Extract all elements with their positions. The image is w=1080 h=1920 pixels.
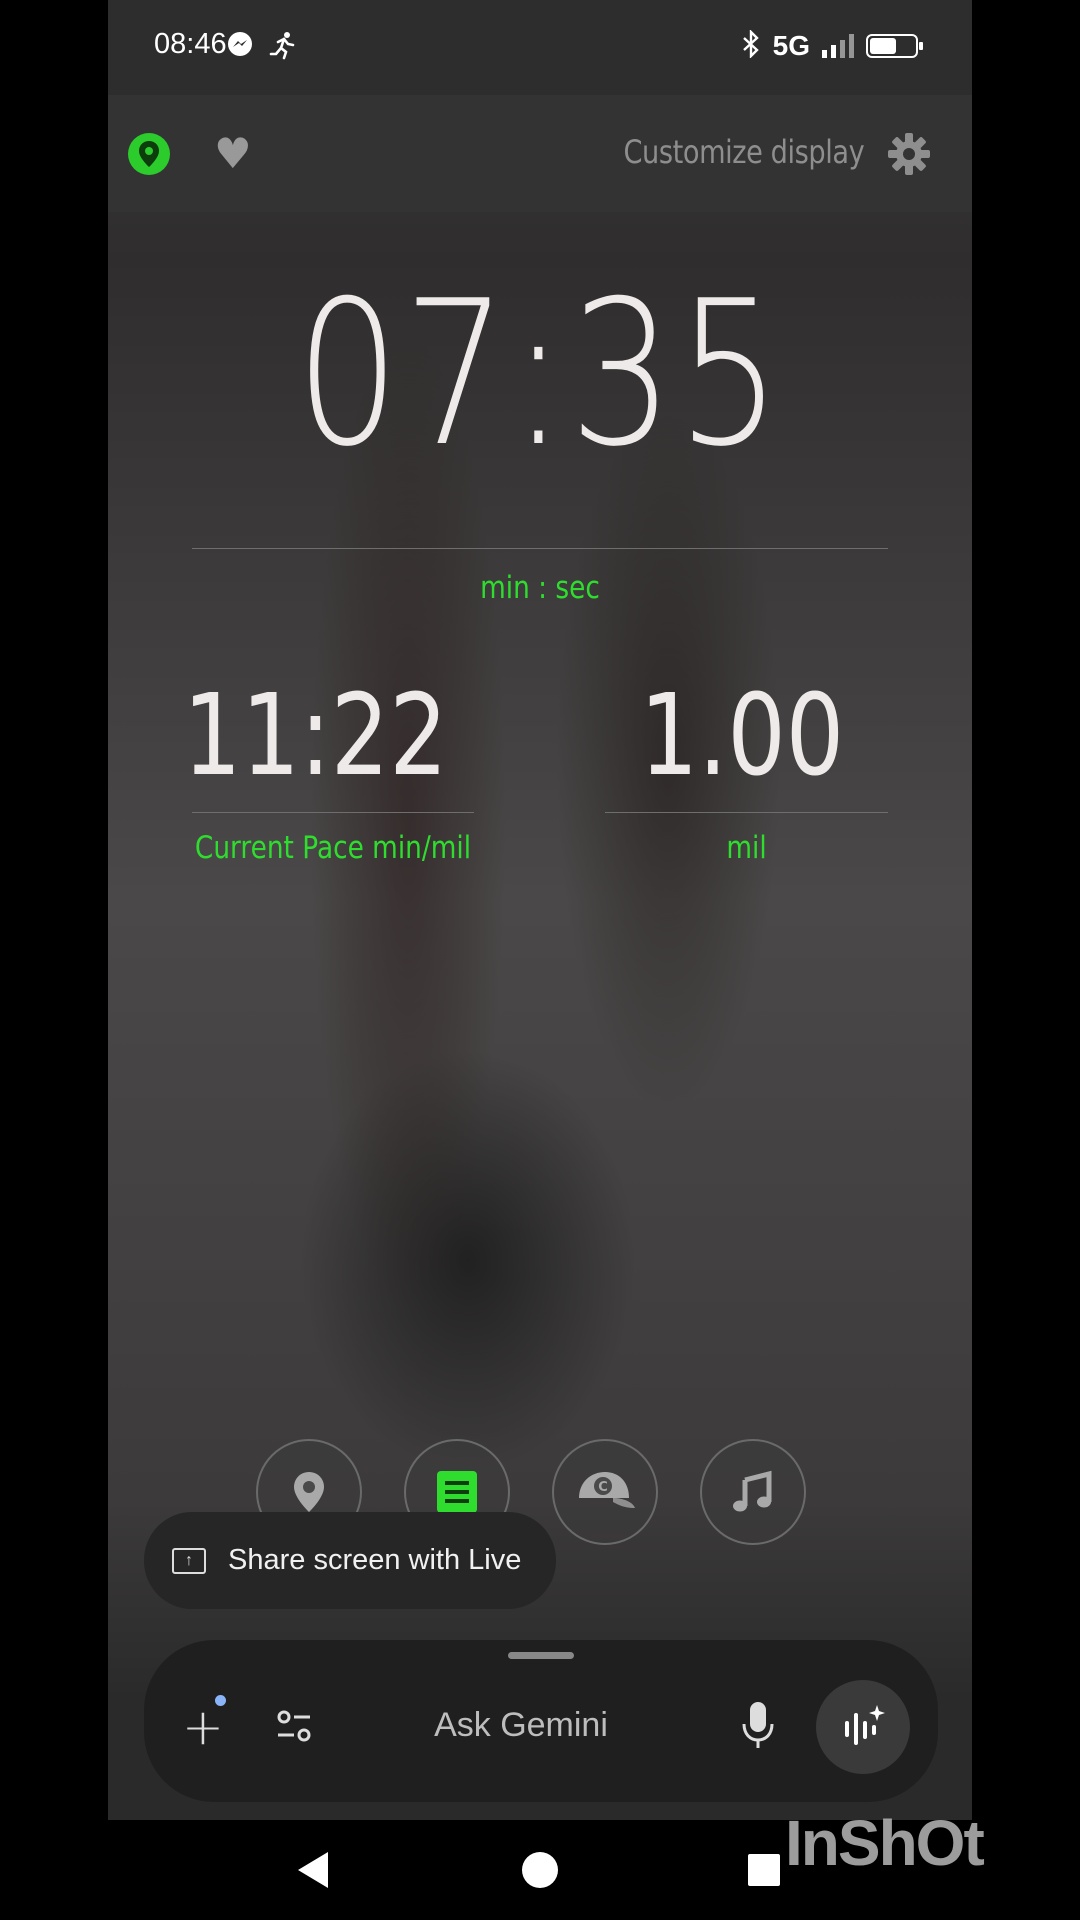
- notification-dot: [215, 1695, 226, 1706]
- current-pace-value: 11:22: [183, 671, 448, 801]
- network-type: 5G: [772, 30, 810, 61]
- ask-gemini-input[interactable]: Ask Gemini: [124, 1706, 918, 1745]
- share-screen-chip[interactable]: ↑ Share screen with Live: [144, 1512, 556, 1609]
- signal-icon: [822, 34, 854, 58]
- microphone-icon[interactable]: [740, 1700, 776, 1750]
- music-button[interactable]: [700, 1439, 806, 1545]
- pace-divider: [192, 812, 474, 813]
- gemini-input-bar: + Ask Gemini: [144, 1640, 938, 1802]
- elapsed-time: 07:35: [295, 258, 785, 491]
- pace-unit: Current Pace min/mil: [194, 830, 472, 866]
- recents-icon[interactable]: [748, 1854, 780, 1886]
- coach-button[interactable]: C: [552, 1439, 658, 1545]
- drag-handle[interactable]: [508, 1652, 574, 1659]
- status-right: 5G: [741, 29, 923, 62]
- inshot-watermark: InShOt: [785, 1807, 985, 1879]
- gps-location-button[interactable]: [128, 133, 170, 175]
- bluetooth-icon: [741, 29, 761, 62]
- elapsed-divider: [192, 548, 888, 549]
- list-icon: [437, 1471, 477, 1513]
- share-screen-label: Share screen with Live: [228, 1544, 522, 1576]
- elapsed-unit: min : sec: [480, 570, 600, 606]
- home-icon[interactable]: [522, 1852, 558, 1888]
- battery-icon: [866, 34, 923, 58]
- distance-unit: mil: [726, 830, 767, 866]
- location-pin-icon: [139, 141, 159, 167]
- gear-icon[interactable]: [886, 131, 932, 177]
- customize-display-link[interactable]: Customize display: [623, 133, 864, 171]
- location-icon: [294, 1472, 324, 1512]
- back-icon[interactable]: [298, 1852, 328, 1888]
- battery-level: [870, 38, 897, 54]
- heart-icon[interactable]: ♥: [210, 131, 256, 177]
- running-icon: [268, 30, 298, 65]
- gemini-live-button[interactable]: [816, 1680, 910, 1774]
- messenger-icon: [226, 30, 254, 63]
- status-time: 08:46: [154, 28, 227, 60]
- gemini-live-icon: [845, 1705, 885, 1745]
- share-screen-icon: ↑: [172, 1547, 206, 1574]
- status-bar: 08:46 5G: [108, 0, 972, 95]
- cap-icon: C: [579, 1472, 635, 1508]
- music-icon: [733, 1470, 772, 1512]
- phone-screen: 08:46 5G ♥ Customize display 07:35 min:…: [108, 0, 972, 1920]
- app-toolbar: ♥ Customize display: [108, 95, 972, 212]
- distance-divider: [605, 812, 888, 813]
- distance-value: 1.00: [639, 671, 845, 801]
- svg-text:C: C: [598, 1480, 608, 1495]
